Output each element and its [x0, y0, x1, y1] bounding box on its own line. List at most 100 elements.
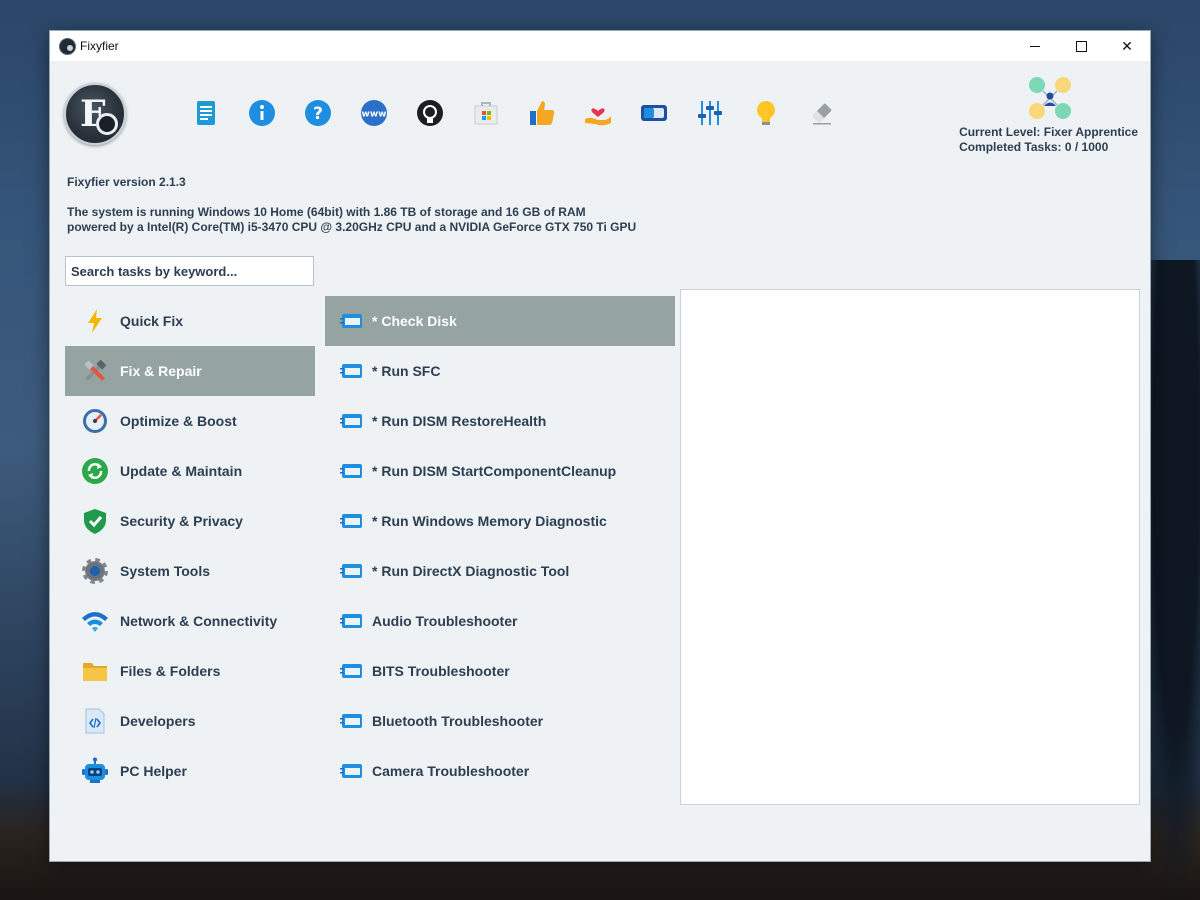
task-detail-panel[interactable]	[680, 289, 1140, 805]
level-badge-icon	[1029, 77, 1071, 119]
website-button[interactable]: www	[358, 97, 390, 129]
close-icon: ✕	[1121, 37, 1133, 54]
tips-button[interactable]	[750, 97, 782, 129]
like-button[interactable]	[526, 97, 558, 129]
maximize-icon	[1075, 40, 1087, 52]
search-input[interactable]	[66, 257, 313, 285]
search-box	[65, 256, 314, 286]
title-bar[interactable]: Fixyfier ✕	[50, 31, 1150, 61]
version-label: Fixyfier version 2.1.3	[67, 175, 186, 189]
github-icon	[417, 100, 443, 126]
store-button[interactable]	[470, 97, 502, 129]
svg-text:?: ?	[313, 104, 323, 124]
category-label: Update & Maintain	[120, 463, 243, 479]
task-item[interactable]: Bluetooth Troubleshooter	[325, 696, 675, 746]
task-window-icon	[340, 764, 362, 778]
info-button[interactable]	[246, 97, 278, 129]
category-label: System Tools	[120, 563, 210, 579]
task-window-icon	[340, 414, 362, 428]
task-window-icon	[340, 614, 362, 628]
task-label: * Run Windows Memory Diagnostic	[372, 513, 607, 529]
code-file-icon	[85, 708, 105, 734]
task-label: * Run DirectX Diagnostic Tool	[372, 563, 570, 579]
eraser-button[interactable]	[806, 97, 838, 129]
folder-icon	[83, 663, 107, 681]
close-button[interactable]: ✕	[1104, 31, 1150, 61]
store-icon	[474, 102, 498, 125]
category-developers[interactable]: Developers	[65, 696, 315, 746]
task-label: * Run SFC	[372, 363, 441, 379]
settings-sliders-button[interactable]	[694, 97, 726, 129]
app-window: Fixyfier ✕ F ? www Current Level: Fixer …	[50, 31, 1150, 861]
task-item[interactable]: BITS Troubleshooter	[325, 646, 675, 696]
category-label: Quick Fix	[120, 313, 184, 329]
completed-tasks: Completed Tasks: 0 / 1000	[959, 140, 1109, 154]
system-info-line1: The system is running Windows 10 Home (6…	[67, 205, 586, 219]
app-logo: F	[64, 83, 126, 145]
category-pc-helper[interactable]: PC Helper	[65, 746, 315, 796]
shield-check-icon	[84, 509, 106, 534]
category-system-tools[interactable]: System Tools	[65, 546, 315, 596]
category-optimize-boost[interactable]: Optimize & Boost	[65, 396, 315, 446]
lightning-icon	[88, 309, 102, 333]
category-update-maintain[interactable]: Update & Maintain	[65, 446, 315, 496]
task-item[interactable]: * Run DirectX Diagnostic Tool	[325, 546, 675, 596]
category-quick-fix[interactable]: Quick Fix	[65, 296, 315, 346]
window-title: Fixyfier	[80, 39, 119, 53]
minimize-button[interactable]	[1012, 31, 1058, 61]
maximize-button[interactable]	[1058, 31, 1104, 61]
category-label: Fix & Repair	[120, 363, 202, 379]
github-button[interactable]	[414, 97, 446, 129]
task-label: * Run DISM StartComponentCleanup	[372, 463, 617, 479]
category-label: PC Helper	[120, 763, 187, 779]
category-network-connectivity[interactable]: Network & Connectivity	[65, 596, 315, 646]
tips-bulb-icon	[757, 101, 775, 125]
task-item[interactable]: * Run DISM StartComponentCleanup	[325, 446, 675, 496]
task-label: * Check Disk	[372, 313, 457, 329]
category-files-folders[interactable]: Files & Folders	[65, 646, 315, 696]
task-item[interactable]: Audio Troubleshooter	[325, 596, 675, 646]
task-label: BITS Troubleshooter	[372, 663, 510, 679]
task-item[interactable]: * Run Windows Memory Diagnostic	[325, 496, 675, 546]
help-button[interactable]: ?	[302, 97, 334, 129]
toggle-view-button[interactable]	[638, 97, 670, 129]
task-item[interactable]: * Run SFC	[325, 346, 675, 396]
app-icon	[59, 38, 76, 55]
info-icon	[249, 100, 275, 126]
donate-icon	[585, 108, 611, 126]
task-window-icon	[340, 664, 362, 678]
category-label: Network & Connectivity	[120, 613, 278, 629]
wifi-icon	[82, 612, 108, 632]
task-window-icon	[340, 314, 362, 328]
task-label: Camera Troubleshooter	[372, 763, 530, 779]
changelog-icon	[197, 101, 215, 125]
changelog-button[interactable]	[190, 97, 222, 129]
task-label: Audio Troubleshooter	[372, 613, 518, 629]
task-window-icon	[340, 564, 362, 578]
current-level: Current Level: Fixer Apprentice	[959, 125, 1138, 139]
system-info: The system is running Windows 10 Home (6…	[67, 205, 636, 235]
category-fix-repair[interactable]: Fix & Repair	[65, 346, 315, 396]
website-icon: www	[361, 100, 387, 126]
task-window-icon	[340, 714, 362, 728]
category-label: Optimize & Boost	[120, 413, 237, 429]
task-item[interactable]: * Run DISM RestoreHealth	[325, 396, 675, 446]
help-icon: ?	[305, 100, 331, 126]
speedometer-icon	[83, 409, 107, 433]
system-info-line2: powered by a Intel(R) Core(TM) i5-3470 C…	[67, 220, 637, 234]
task-item[interactable]: Camera Troubleshooter	[325, 746, 675, 796]
task-label: * Run DISM RestoreHealth	[372, 413, 547, 429]
gear-icon	[82, 558, 108, 584]
category-security-privacy[interactable]: Security & Privacy	[65, 496, 315, 546]
refresh-icon	[82, 458, 108, 484]
task-window-icon	[340, 464, 362, 478]
task-item[interactable]: * Check Disk	[325, 296, 675, 346]
task-label: Bluetooth Troubleshooter	[372, 713, 544, 729]
svg-text:www: www	[362, 110, 387, 120]
task-list: * Check Disk * Run SFC * Run DISM Restor…	[325, 296, 675, 796]
category-label: Security & Privacy	[120, 513, 243, 529]
tools-icon	[84, 359, 107, 381]
category-list: Quick Fix Fix & Repair Optimize & Boost …	[65, 296, 315, 796]
category-label: Files & Folders	[120, 663, 221, 679]
donate-button[interactable]	[582, 97, 614, 129]
